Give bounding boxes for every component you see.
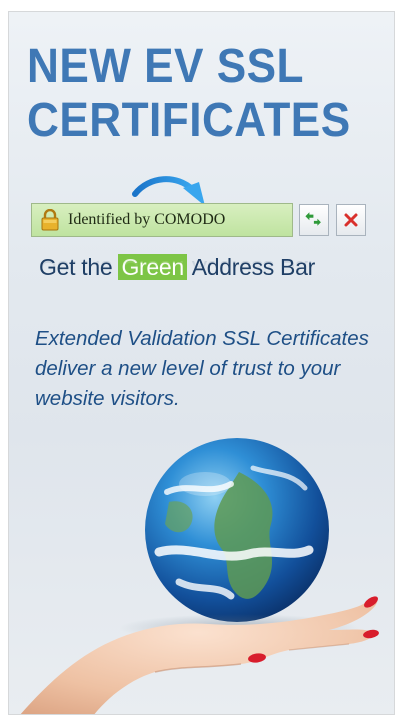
ev-ssl-banner-ad[interactable]: NEW EV SSL CERTIFICATES Identified by CO… [8,11,395,715]
refresh-arrows-icon [305,212,321,226]
refresh-button[interactable] [299,204,329,236]
stop-button[interactable] [336,204,366,236]
headline-line-2: CERTIFICATES [27,94,351,147]
stop-x-icon [344,213,358,227]
tagline-reflection: Get the Green Address Bar [39,256,315,282]
globe-icon [145,438,329,622]
body-copy: Extended Validation SSL Certificates del… [35,327,369,410]
globe-in-hand-illustration [20,438,379,714]
headline: NEW EV SSL CERTIFICATES [27,40,351,148]
identity-label: Identified by COMODO [68,211,226,228]
headline-line-1: NEW EV SSL [27,40,304,93]
green-address-bar: Identified by COMODO [31,203,293,237]
padlock-icon [41,209,59,231]
